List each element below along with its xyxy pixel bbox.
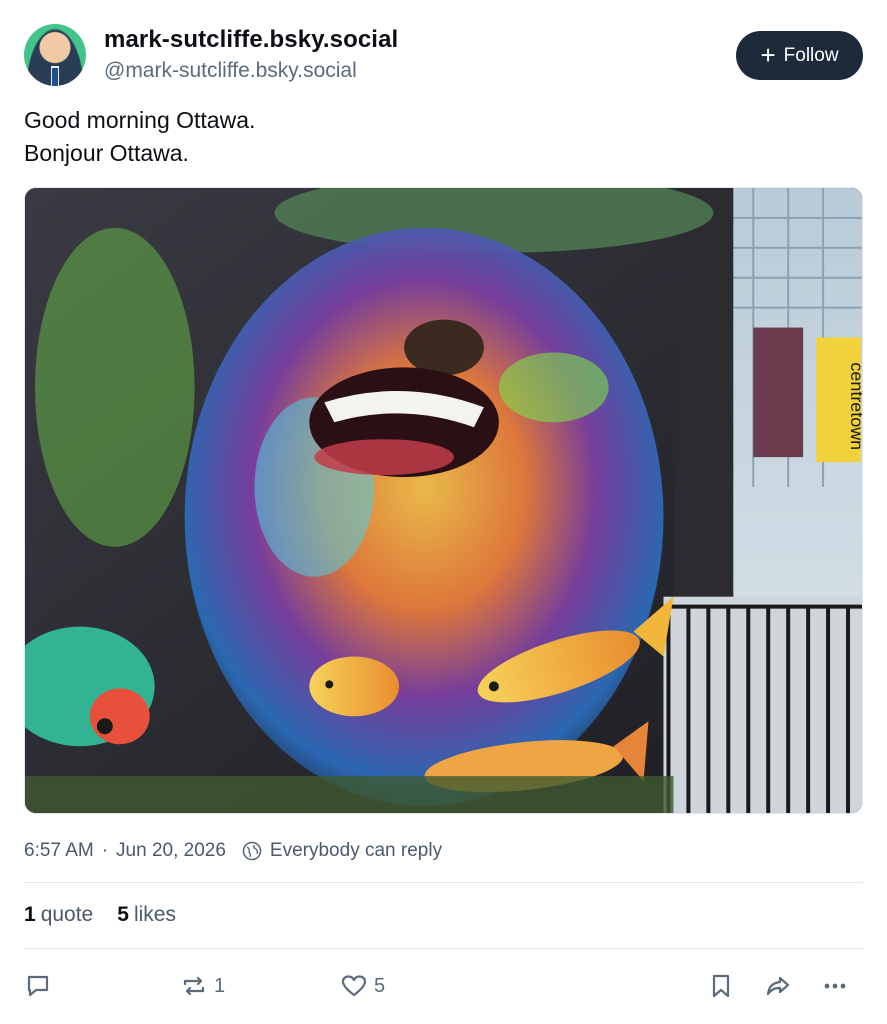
post-text: Good morning Ottawa. Bonjour Ottawa. [24,104,255,170]
repost-icon [183,976,205,996]
author-handle[interactable]: @mark-sutcliffe.bsky.social [104,59,357,83]
share-button[interactable] [764,966,792,1006]
reply-button[interactable] [24,966,52,1006]
quotes-label: quote [40,903,94,926]
banner-text: centretown [847,362,862,450]
share-icon [766,976,790,996]
follow-button[interactable]: + Follow [736,31,863,80]
quotes-stat[interactable]: 1 quote [24,903,93,927]
more-options-button[interactable] [821,966,849,1006]
likes-stat[interactable]: 5 likes [117,903,176,927]
bookmark-icon [712,974,730,998]
reply-icon [27,975,49,997]
avatar[interactable] [24,24,86,86]
heart-icon [341,975,367,997]
post-actions: 1 5 [24,966,863,1006]
post-meta: 6:57 AM · Jun 20, 2026 Everybody can rep… [24,840,442,862]
meta-separator: · [101,840,109,861]
likes-count: 5 [117,903,129,926]
reply-setting: Everybody can reply [269,840,443,861]
like-count: 5 [374,974,386,997]
divider [24,882,863,883]
likes-label: likes [133,903,176,926]
repost-count: 1 [214,974,226,997]
post-line: Bonjour Ottawa. [24,140,189,166]
post-date[interactable]: Jun 20, 2026 [116,840,226,862]
avatar-tie [52,68,58,86]
post-stats: 1 quote 5 likes [24,903,176,927]
post-time[interactable]: 6:57 AM [24,840,94,862]
post-image[interactable]: centretown [24,187,863,814]
mural-image: centretown [25,188,862,813]
quotes-count: 1 [24,903,36,926]
follow-label: Follow [783,44,839,66]
post-header: mark-sutcliffe.bsky.social @mark-sutclif… [24,22,863,86]
globe-icon [242,841,262,861]
plus-icon: + [760,39,776,70]
post-line: Good morning Ottawa. [24,107,256,133]
like-button[interactable]: 5 [340,966,385,1006]
divider [24,948,863,949]
more-icon [824,983,846,989]
author-display-name[interactable]: mark-sutcliffe.bsky.social [104,26,398,54]
bookmark-button[interactable] [707,966,735,1006]
repost-button[interactable]: 1 [180,966,225,1006]
